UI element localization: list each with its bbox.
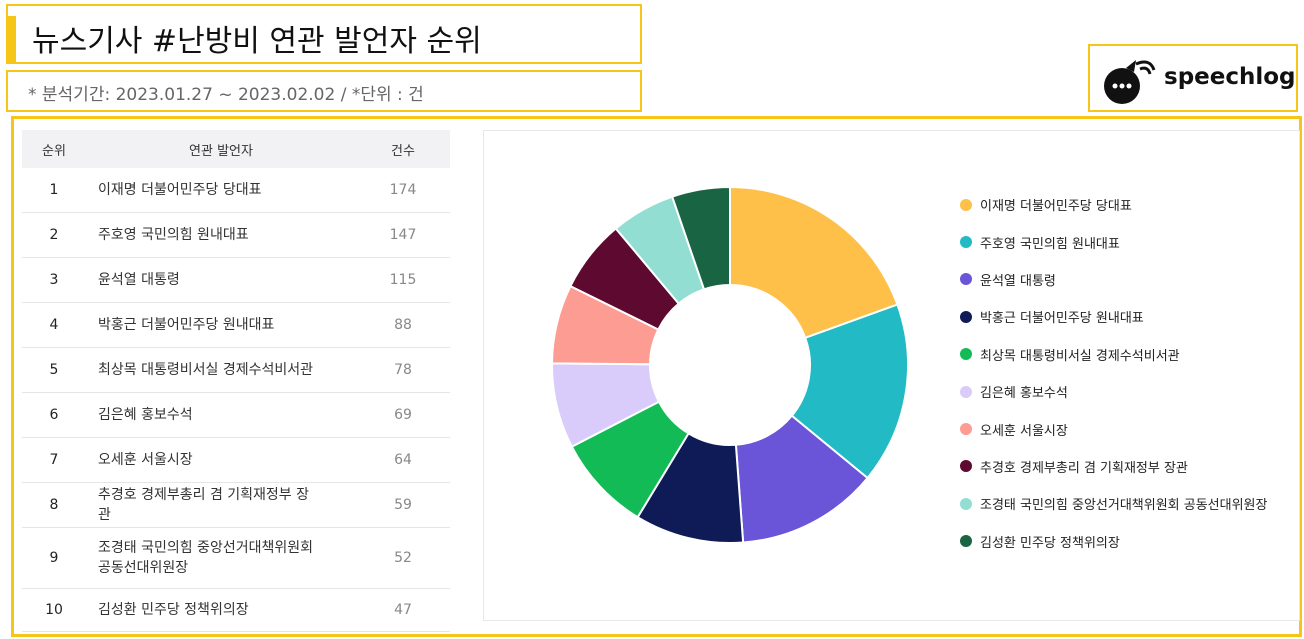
subtitle-box: * 분석기간: 2023.01.27 ~ 2023.02.02 / *단위 : … (6, 70, 642, 112)
legend-label: 추경호 경제부총리 겸 기획재정부 장관 (980, 460, 1188, 476)
title-accent-bar (8, 16, 16, 62)
count-cell: 88 (394, 317, 412, 333)
count-cell: 174 (389, 182, 417, 198)
legend-item: 김성환 민주당 정책위의장 (960, 523, 1267, 560)
legend-dot (960, 497, 972, 510)
legend-dot (960, 460, 972, 473)
count-cell: 64 (394, 452, 412, 468)
legend-item: 박홍근 더불어민주당 원내대표 (960, 298, 1267, 335)
count-cell: 52 (394, 550, 412, 566)
table-row: 8 추경호 경제부총리 겸 기획재정부 장관 59 (22, 483, 450, 528)
legend-item: 조경태 국민의힘 중앙선거대책위원회 공동선대위원장 (960, 485, 1267, 522)
rank-cell: 8 (49, 497, 59, 513)
count-cell: 78 (394, 362, 412, 378)
legend-label: 최상목 대통령비서실 경제수석비서관 (980, 348, 1180, 364)
table-row: 9 조경태 국민의힘 중앙선거대책위원회 공동선대위원장 52 (22, 528, 450, 589)
table-row: 2 주호영 국민의힘 원내대표 147 (22, 213, 450, 258)
header-name: 연관 발언자 (189, 143, 253, 159)
name-cell: 김성환 민주당 정책위의장 (98, 602, 249, 618)
header-rank: 순위 (42, 143, 66, 159)
name-cell: 주호영 국민의힘 원내대표 (98, 227, 249, 243)
count-cell: 147 (389, 227, 417, 243)
rank-cell: 1 (49, 182, 59, 198)
speech-bubble-icon (1104, 60, 1156, 104)
legend-dot (960, 385, 972, 398)
legend-item: 최상목 대통령비서실 경제수석비서관 (960, 336, 1267, 373)
legend-item: 이재명 더불어민주당 당대표 (960, 186, 1267, 223)
table-row: 10 김성환 민주당 정책위의장 47 (22, 589, 450, 632)
name-cell: 박홍근 더불어민주당 원내대표 (98, 317, 275, 333)
legend-item: 김은혜 홍보수석 (960, 373, 1267, 410)
name-cell: 최상목 대통령비서실 경제수석비서관 (98, 362, 313, 378)
table-header: 순위 연관 발언자 건수 (22, 130, 450, 168)
table-row: 3 윤석열 대통령 115 (22, 258, 450, 303)
legend-dot (960, 198, 972, 211)
legend-item: 윤석열 대통령 (960, 261, 1267, 298)
name-cell: 추경호 경제부총리 겸 기획재정부 장관 (98, 487, 309, 523)
table-row: 4 박홍근 더불어민주당 원내대표 88 (22, 303, 450, 348)
legend-dot (960, 535, 972, 548)
name-cell: 조경태 국민의힘 중앙선거대책위원회 공동선대위원장 (98, 540, 313, 576)
legend-dot (960, 273, 972, 286)
legend-dot (960, 310, 972, 323)
header-count: 건수 (391, 143, 415, 159)
rank-cell: 6 (49, 407, 59, 423)
count-cell: 69 (394, 407, 412, 423)
title-box: 뉴스기사 #난방비 연관 발언자 순위 (6, 4, 642, 64)
table-body: 1 이재명 더불어민주당 당대표 174 2 주호영 국민의힘 원내대표 147 3 윤석열 … (22, 168, 450, 632)
count-cell: 47 (394, 602, 412, 618)
legend-dot (960, 348, 972, 361)
ranking-table: 순위 연관 발언자 건수 1 이재명 더불어민주당 당대표 174 2 주호영 국민의힘… (22, 130, 450, 632)
rank-cell: 7 (49, 452, 59, 468)
name-cell: 윤석열 대통령 (98, 272, 180, 288)
legend-label: 조경태 국민의힘 중앙선거대책위원회 공동선대위원장 (980, 498, 1268, 514)
legend-label: 오세훈 서울시장 (980, 423, 1068, 439)
legend-label: 윤석열 대통령 (980, 273, 1056, 289)
name-cell: 오세훈 서울시장 (98, 452, 193, 468)
table-row: 5 최상목 대통령비서실 경제수석비서관 78 (22, 348, 450, 393)
page-title: 뉴스기사 #난방비 연관 발언자 순위 (32, 24, 482, 59)
legend-label: 이재명 더불어민주당 당대표 (980, 199, 1132, 215)
legend-label: 주호영 국민의힘 원내대표 (980, 236, 1120, 252)
rank-cell: 9 (49, 550, 59, 566)
rank-cell: 3 (49, 272, 59, 288)
legend-item: 오세훈 서울시장 (960, 410, 1267, 447)
rank-cell: 5 (49, 362, 59, 378)
rank-cell: 2 (49, 227, 59, 243)
legend-dot (960, 423, 972, 436)
legend-label: 김성환 민주당 정책위의장 (980, 535, 1120, 551)
logo: speechlog (1088, 44, 1298, 112)
count-cell: 115 (389, 272, 417, 288)
legend-label: 박홍근 더불어민주당 원내대표 (980, 311, 1144, 327)
legend-dot (960, 236, 972, 249)
table-row: 1 이재명 더불어민주당 당대표 174 (22, 168, 450, 213)
legend-item: 추경호 경제부총리 겸 기획재정부 장관 (960, 448, 1267, 485)
legend-label: 김은혜 홍보수석 (980, 386, 1068, 402)
legend-item: 주호영 국민의힘 원내대표 (960, 223, 1267, 260)
rank-cell: 10 (45, 602, 63, 618)
table-row: 7 오세훈 서울시장 64 (22, 438, 450, 483)
analysis-period: * 분석기간: 2023.01.27 ~ 2023.02.02 / *단위 : … (28, 85, 424, 105)
rank-cell: 4 (49, 317, 59, 333)
name-cell: 김은혜 홍보수석 (98, 407, 193, 423)
table-row: 6 김은혜 홍보수석 69 (22, 393, 450, 438)
name-cell: 이재명 더불어민주당 당대표 (98, 182, 262, 198)
logo-text: speechlog (1164, 64, 1296, 90)
chart-legend: 이재명 더불어민주당 당대표주호영 국민의힘 원내대표윤석열 대통령박홍근 더불… (960, 186, 1267, 560)
count-cell: 59 (394, 497, 412, 513)
